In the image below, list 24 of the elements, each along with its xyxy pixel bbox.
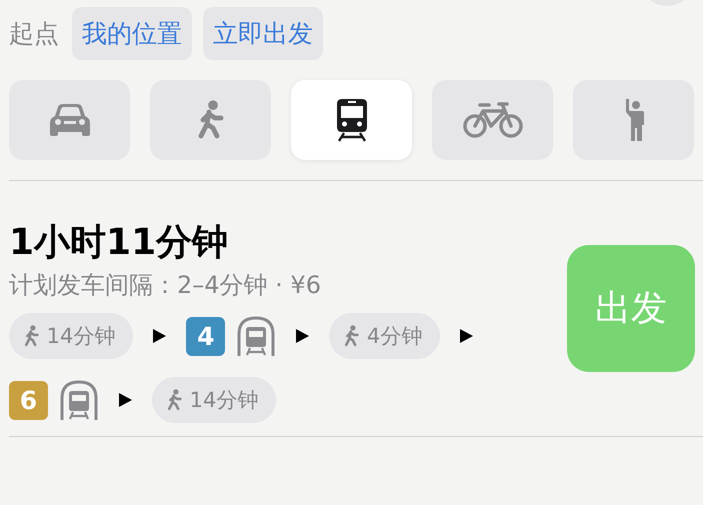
walking-person-icon (343, 325, 361, 347)
train-in-tunnel-icon (236, 316, 276, 356)
walk-duration: 4分钟 (366, 323, 422, 350)
walk-duration: 14分钟 (190, 387, 258, 414)
option-chip[interactable]: 立即出发 (203, 7, 323, 60)
car-icon (48, 103, 92, 137)
route-duration: 1小时11分钟 (9, 221, 230, 265)
train-icon (336, 98, 368, 142)
train-in-tunnel-icon (59, 380, 99, 420)
option-chip[interactable]: 我的位置 (72, 7, 192, 60)
bicycle-icon (462, 101, 522, 139)
transport-mode-tab[interactable] (291, 80, 412, 160)
line-number-badge: 4 (186, 316, 226, 356)
next-arrow-icon (153, 329, 166, 343)
line-number-badge: 6 (9, 380, 48, 420)
go-button[interactable]: 出发 (567, 245, 695, 372)
origin-label: 起点 (9, 18, 59, 50)
next-arrow-icon (460, 329, 474, 343)
walking-person-icon (166, 389, 184, 411)
walk-duration: 14分钟 (46, 323, 116, 350)
next-arrow-icon (119, 393, 132, 407)
route-details: 计划发车间隔：2–4分钟 · ¥6 (9, 270, 322, 301)
next-arrow-icon (296, 329, 310, 343)
walking-person-icon (23, 325, 41, 347)
